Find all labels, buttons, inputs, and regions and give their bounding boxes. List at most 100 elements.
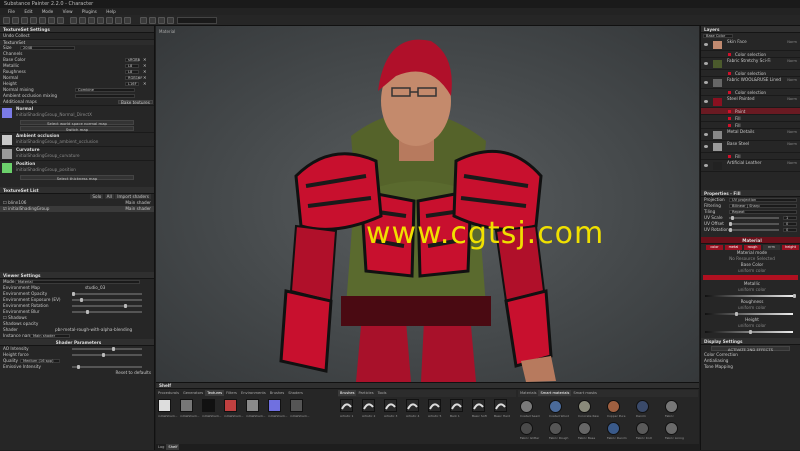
uv-offset-slider[interactable] — [729, 222, 779, 226]
blur-slider[interactable] — [72, 310, 142, 314]
screenshot-icon[interactable] — [124, 17, 131, 24]
tab-log[interactable]: Log — [156, 444, 166, 450]
layer-item[interactable]: Metal Details Norm — [701, 129, 800, 141]
switch-map-button[interactable]: Switch map — [20, 126, 134, 132]
material-sphere[interactable] — [549, 422, 562, 435]
layer-item[interactable]: Skin Face Norm — [701, 39, 800, 51]
texture-thumbnail[interactable] — [290, 399, 303, 412]
tab-environments[interactable]: Environments — [239, 390, 268, 396]
sublayer-item[interactable]: Color selection — [701, 51, 800, 58]
material-sphere[interactable] — [549, 400, 562, 413]
eye-icon[interactable] — [704, 164, 708, 167]
sublayer-item[interactable]: Paint — [701, 108, 800, 115]
material-picker-icon[interactable] — [57, 17, 64, 24]
menu-view[interactable]: View — [63, 8, 73, 15]
all-button[interactable]: All — [104, 194, 114, 199]
channel-blend-select[interactable]: Base Color — [703, 34, 733, 38]
undo-collect-row[interactable]: Undo Collect — [0, 33, 154, 39]
tab-materials[interactable]: Materials — [518, 390, 538, 396]
base-color-swatch[interactable] — [703, 275, 798, 280]
material-sphere[interactable] — [636, 400, 649, 413]
tab-shelf[interactable]: Shelf — [166, 444, 180, 450]
material-view-icon[interactable] — [167, 17, 174, 24]
eye-icon[interactable] — [704, 145, 708, 148]
menu-edit[interactable]: Edit — [24, 8, 32, 15]
clone-tool-icon[interactable] — [48, 17, 55, 24]
grid-icon[interactable] — [88, 17, 95, 24]
tab-shaders[interactable]: Shaders — [286, 390, 305, 396]
material-sphere[interactable] — [607, 400, 620, 413]
normal-map-slot[interactable]: Normal initialShadingGroup_Normal_DirectX — [0, 105, 154, 119]
checkbox-icon[interactable]: ☐ — [3, 200, 7, 205]
display-row[interactable]: Tone Mapping — [701, 364, 800, 370]
bake-textures-button[interactable]: Bake textures — [118, 100, 153, 105]
texture-thumbnail[interactable] — [246, 399, 259, 412]
tab-particles[interactable]: Particles — [356, 390, 375, 396]
export-icon[interactable] — [106, 17, 113, 24]
select-world-normal-button[interactable]: Select world space normal map — [20, 120, 134, 126]
height-slider[interactable] — [72, 353, 142, 357]
material-sphere[interactable] — [636, 422, 649, 435]
reset-defaults-button[interactable]: Reset to defaults — [0, 370, 154, 376]
eye-icon[interactable] — [704, 43, 708, 46]
menu-file[interactable]: File — [8, 8, 15, 15]
sublayer-item[interactable]: Fill — [701, 153, 800, 160]
textureset-item[interactable]: ☑ initialShadingGroup Main shader — [0, 206, 154, 212]
material-sphere[interactable] — [665, 422, 678, 435]
texture-thumbnail[interactable] — [158, 399, 171, 412]
exposure-slider[interactable] — [72, 298, 142, 302]
tab-smart-materials[interactable]: Smart materials — [538, 390, 572, 396]
paint-tool-icon[interactable] — [3, 17, 10, 24]
ao-map-slot[interactable]: Ambient occlusion initialShadingGroup_amb… — [0, 132, 154, 146]
tab-brushes-panel[interactable]: Brushes — [338, 390, 357, 396]
camera-mode-icon[interactable] — [158, 17, 165, 24]
select-thickness-button[interactable]: Select thickness map — [20, 175, 134, 181]
emissive-slider[interactable] — [72, 365, 142, 369]
texture-thumbnail[interactable] — [224, 399, 237, 412]
layer-item[interactable]: Fabric WOOL&RUSE Lined Norm — [701, 77, 800, 89]
import-shaders-button[interactable]: Import shaders — [115, 194, 151, 199]
uv-rotation-slider[interactable] — [729, 228, 779, 232]
sublayer-item[interactable]: Color selection — [701, 70, 800, 77]
tab-filters[interactable]: Filters — [224, 390, 239, 396]
uv-scale-slider[interactable] — [729, 216, 779, 220]
material-sphere[interactable] — [607, 422, 620, 435]
eye-icon[interactable] — [704, 133, 708, 136]
checkbox-icon[interactable]: ☐ — [3, 315, 7, 320]
channel-select[interactable] — [177, 17, 217, 24]
position-map-slot[interactable]: Position initialShadingGroup_position — [0, 160, 154, 174]
smudge-tool-icon[interactable] — [39, 17, 46, 24]
roughness-slider[interactable] — [705, 312, 793, 316]
tab-smart-masks[interactable]: Smart masks — [571, 390, 599, 396]
eye-icon[interactable] — [704, 81, 708, 84]
3d-viewport[interactable]: Material www.cgtsj.com — [156, 26, 699, 382]
menu-mode[interactable]: Mode — [42, 8, 53, 15]
uv-view-icon[interactable] — [149, 17, 156, 24]
menu-help[interactable]: Help — [106, 8, 116, 15]
material-sphere[interactable] — [578, 422, 591, 435]
layer-item[interactable]: Base Steel Norm — [701, 141, 800, 153]
layer-item[interactable]: Artificial Leather Norm — [701, 160, 800, 172]
render-icon[interactable] — [97, 17, 104, 24]
tab-textures[interactable]: Textures — [205, 390, 225, 396]
character-model[interactable] — [156, 26, 699, 382]
texture-thumbnail[interactable] — [202, 399, 215, 412]
eraser-tool-icon[interactable] — [12, 17, 19, 24]
texture-thumbnail[interactable] — [268, 399, 281, 412]
material-sphere[interactable] — [520, 422, 533, 435]
ao-slider[interactable] — [72, 347, 142, 351]
tab-procedurals[interactable]: Procedurals — [156, 390, 181, 396]
symmetry-icon[interactable] — [70, 17, 77, 24]
view-mode-icon[interactable] — [140, 17, 147, 24]
geometry-mask-icon[interactable] — [30, 17, 37, 24]
size-select[interactable]: 2048 — [20, 46, 75, 50]
opacity-slider[interactable] — [72, 292, 142, 296]
material-sphere[interactable] — [578, 400, 591, 413]
material-sphere[interactable] — [665, 400, 678, 413]
curvature-map-slot[interactable]: Curvature initialShadingGroup_curvature — [0, 146, 154, 160]
eye-icon[interactable] — [704, 62, 708, 65]
checkbox-icon[interactable]: ☑ — [3, 206, 7, 211]
tab-brushes[interactable]: Brushes — [268, 390, 286, 396]
sublayer-item[interactable]: Fill — [701, 115, 800, 122]
camera-icon[interactable] — [79, 17, 86, 24]
